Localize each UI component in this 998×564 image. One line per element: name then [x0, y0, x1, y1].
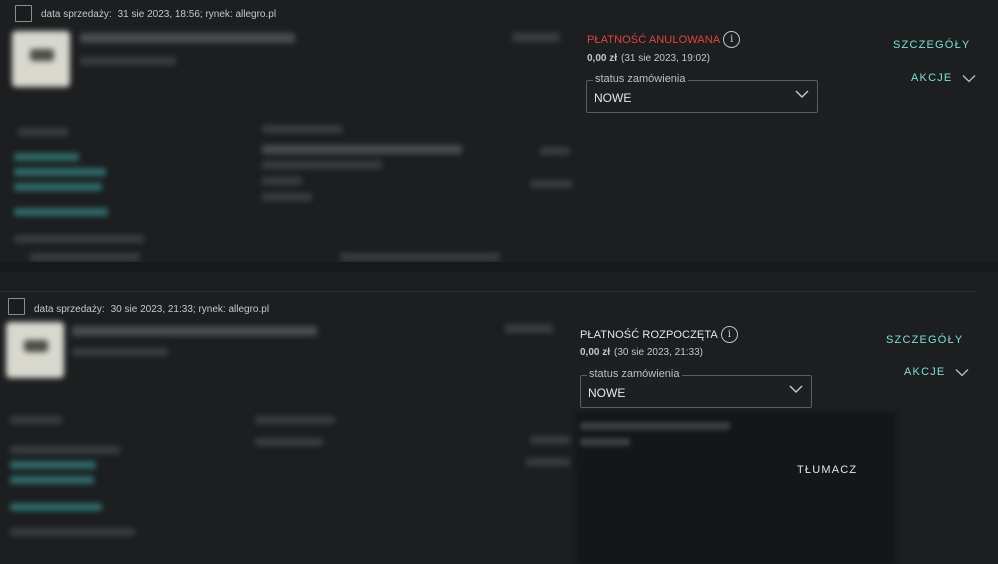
chevron-down-icon — [963, 74, 976, 82]
details-link[interactable]: SZCZEGÓŁY — [893, 39, 970, 51]
info-icon[interactable]: i — [723, 31, 741, 48]
sale-date-label: data sprzedaży: — [41, 9, 112, 20]
order-status-value: NOWE — [588, 386, 626, 400]
payment-status-text: PŁATNOŚĆ ANULOWANA — [587, 33, 721, 46]
payment-date: (31 sie 2023, 19:02) — [621, 53, 710, 64]
order-status-legend: status zamówienia — [587, 368, 682, 380]
order-status-select[interactable]: status zamówienia NOWE — [580, 368, 812, 408]
actions-dropdown[interactable]: AKCJE — [911, 72, 976, 84]
order-card: data sprzedaży: 30 sie 2023, 21:33; rynek… — [0, 292, 998, 564]
order-select-checkbox[interactable] — [15, 5, 32, 22]
actions-label: AKCJE — [904, 366, 946, 378]
sale-date-info: 30 sie 2023, 21:33; rynek: allegro.pl — [110, 304, 270, 315]
section-separator — [0, 262, 998, 272]
order-status-legend: status zamówienia — [593, 73, 688, 85]
product-thumbnail — [12, 31, 70, 87]
order-status-select[interactable]: status zamówienia NOWE — [586, 73, 818, 113]
blurred-order-details — [0, 25, 576, 262]
translate-button[interactable]: TŁUMACZ — [797, 464, 857, 476]
details-link[interactable]: SZCZEGÓŁY — [886, 334, 963, 346]
actions-dropdown[interactable]: AKCJE — [904, 366, 969, 378]
actions-label: AKCJE — [911, 72, 953, 84]
payment-status-text: PŁATNOŚĆ ROZPOCZĘTA — [580, 328, 718, 341]
sale-meta: data sprzedaży: 30 sie 2023, 21:33; rynek… — [34, 304, 269, 315]
info-icon[interactable]: i — [720, 326, 738, 343]
payment-amount: 0,00 zł — [580, 347, 611, 358]
sale-meta: data sprzedaży: 31 sie 2023, 18:56; rynek… — [41, 9, 276, 20]
sale-date-label: data sprzedaży: — [34, 304, 105, 315]
blurred-side-panel — [576, 412, 896, 564]
blurred-order-details — [0, 318, 576, 564]
order-card: data sprzedaży: 31 sie 2023, 18:56; rynek… — [0, 0, 998, 262]
payment-amount: 0,00 zł — [587, 53, 618, 64]
chevron-down-icon — [956, 368, 969, 376]
payment-status: PŁATNOŚĆ ANULOWANA i — [587, 31, 741, 48]
payment-amount-line: 0,00 zł (30 sie 2023, 21:33) — [580, 347, 703, 358]
chevron-down-icon — [789, 385, 803, 393]
payment-status: PŁATNOŚĆ ROZPOCZĘTA i — [580, 326, 738, 343]
order-select-checkbox[interactable] — [8, 298, 25, 315]
order-status-value: NOWE — [594, 91, 632, 105]
product-thumbnail — [6, 322, 64, 378]
payment-date: (30 sie 2023, 21:33) — [614, 347, 703, 358]
sale-date-info: 31 sie 2023, 18:56; rynek: allegro.pl — [117, 9, 277, 20]
payment-amount-line: 0,00 zł (31 sie 2023, 19:02) — [587, 53, 710, 64]
chevron-down-icon — [795, 90, 809, 98]
